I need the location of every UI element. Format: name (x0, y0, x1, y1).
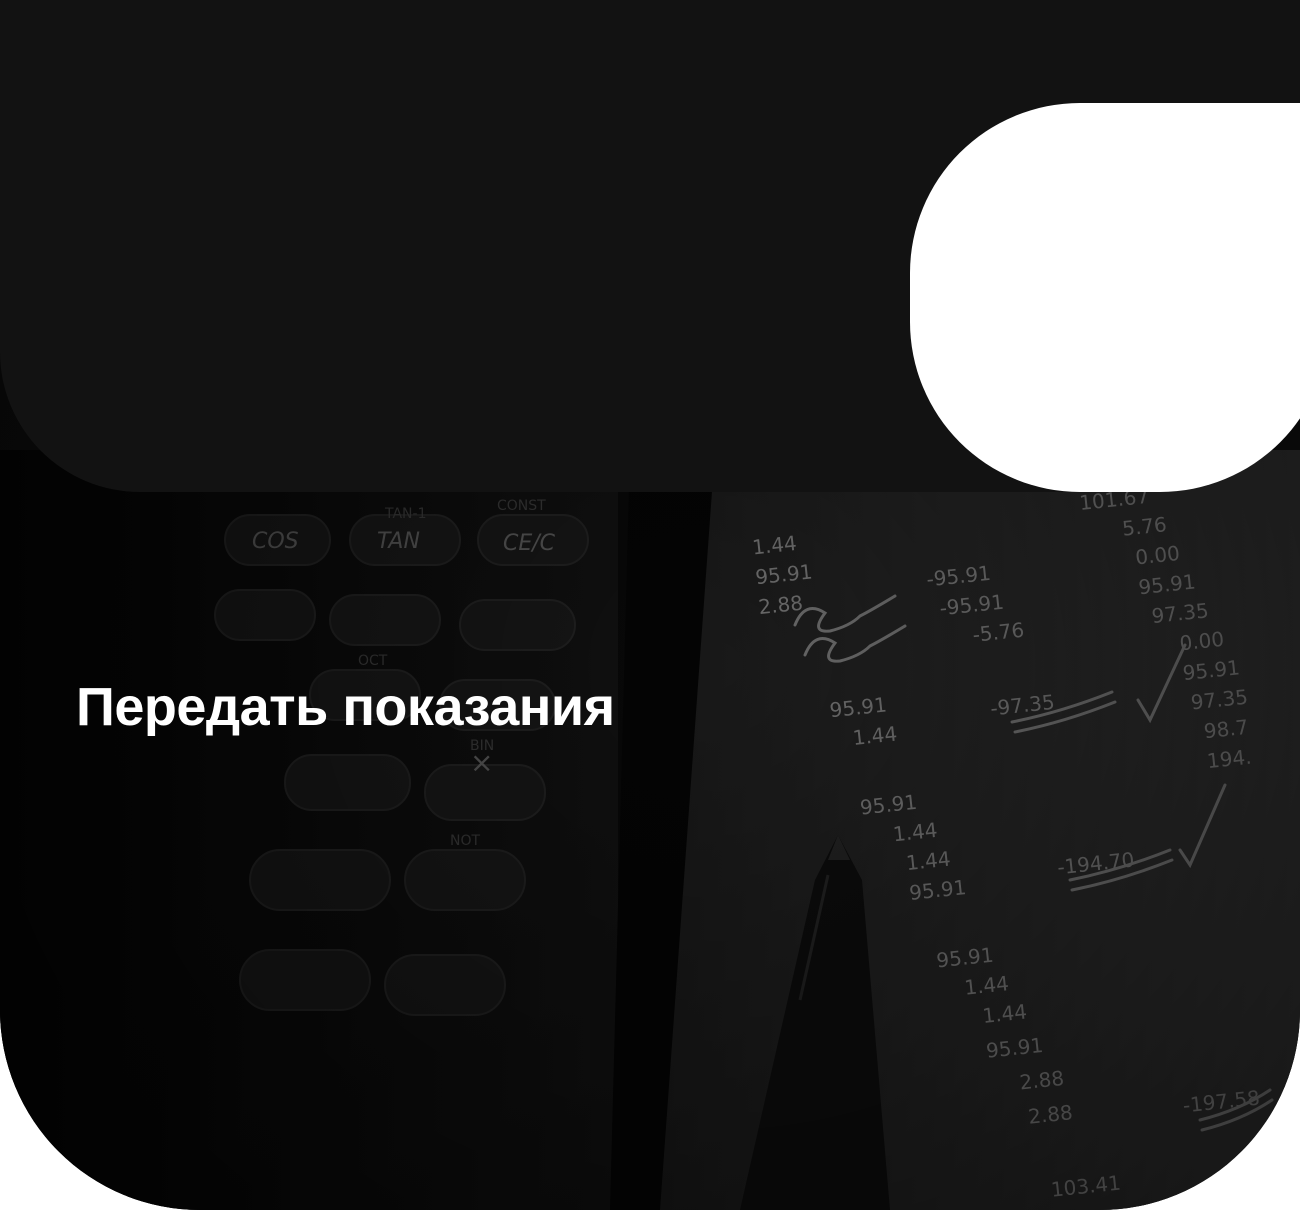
meter-readings-card[interactable]: COS TAN CE/C × CONST TAN-1 OCT BIN NOT 1… (0, 0, 1300, 1210)
corner-cutout (910, 103, 1300, 492)
card-title[interactable]: Передать показания (76, 673, 615, 741)
page: COS TAN CE/C × CONST TAN-1 OCT BIN NOT 1… (0, 0, 1300, 1210)
